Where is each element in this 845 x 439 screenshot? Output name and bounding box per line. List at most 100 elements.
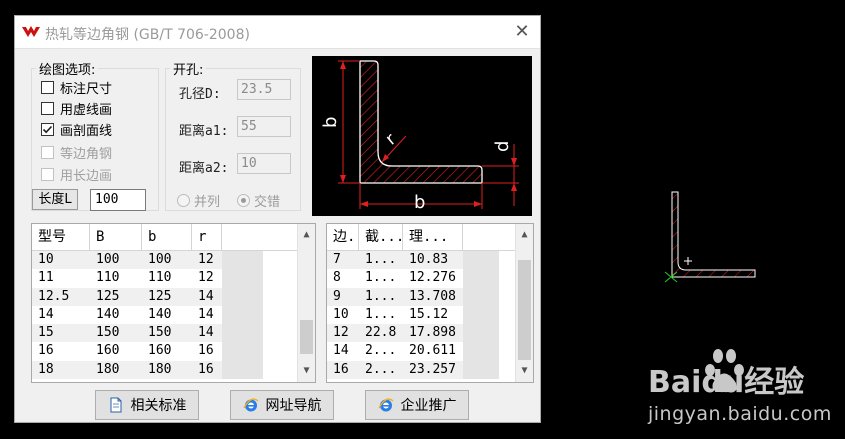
- checkbox-box[interactable]: [41, 102, 54, 115]
- hole-diameter-label: 孔径D:: [179, 87, 221, 102]
- table-cell: 110: [148, 270, 172, 286]
- table-cell-filler: [222, 305, 263, 325]
- column-header-b[interactable]: b: [142, 224, 192, 250]
- button-label: 相关标准: [130, 398, 187, 414]
- radio-label: 并列: [194, 195, 221, 210]
- section-size-table[interactable]: 型号 B b r 10 100 100 12 11 110 110 12 12.5 125 125 1…: [31, 223, 316, 383]
- table-cell: 13.708: [409, 288, 456, 304]
- related-standards-button[interactable]: 相关标准: [95, 390, 199, 420]
- window-title: 热轧等边角钢 (GB/T 706-2008): [45, 27, 250, 43]
- radio-circle[interactable]: [237, 194, 250, 207]
- table-cell-filler: [222, 324, 263, 343]
- table-cell-filler: [463, 324, 499, 343]
- checkbox-label: 标注尺寸: [60, 82, 113, 97]
- checkbox-label: 用虚线画: [60, 103, 113, 118]
- table-cell: 9: [333, 288, 341, 304]
- table-row[interactable]: 9 1... 13.708: [327, 287, 499, 306]
- radio-circle[interactable]: [177, 194, 190, 207]
- table-row[interactable]: 12.5 125 125 14: [32, 287, 263, 306]
- enterprise-promotion-button[interactable]: 企业推广: [365, 390, 469, 420]
- column-header-weight[interactable]: 理...: [403, 224, 463, 250]
- table-row[interactable]: 11 110 110 12: [32, 269, 263, 288]
- column-header-r[interactable]: r: [192, 224, 222, 250]
- table-cell: 180: [96, 361, 120, 377]
- table-cell: 100: [96, 252, 120, 267]
- distance-a1-label: 距离a1:: [179, 124, 229, 139]
- checkbox-long-edge[interactable]: 用长边画: [41, 165, 112, 184]
- scroll-down-icon[interactable]: ▼: [516, 362, 533, 380]
- table-cell: 14: [333, 343, 349, 359]
- angle-section-diagram: b r d b: [312, 56, 532, 216]
- table-row[interactable]: 10 1... 15.12: [327, 305, 499, 325]
- table-row[interactable]: 16 160 160 16: [32, 342, 263, 361]
- distance-a2-input[interactable]: 10: [237, 153, 291, 174]
- internet-explorer-icon: [377, 398, 393, 412]
- table-row[interactable]: 10 100 100 12: [32, 251, 263, 270]
- radio-label: 交错: [254, 195, 281, 210]
- table-cell: 125: [96, 288, 120, 304]
- distance-a1-input[interactable]: 55: [237, 116, 291, 137]
- table-cell: 12: [333, 325, 349, 341]
- table-cell: 12.276: [409, 270, 456, 286]
- title-bar[interactable]: 热轧等边角钢 (GB/T 706-2008) ✕: [15, 16, 540, 49]
- checkbox-annotate-dimensions[interactable]: 标注尺寸: [41, 78, 112, 97]
- table-cell-filler: [222, 360, 263, 380]
- scroll-down-icon[interactable]: ▼: [298, 362, 315, 380]
- section-property-table[interactable]: 边. 截... 理... 7 1... 10.83 8 1... 12.276 9 1... 1…: [326, 223, 534, 383]
- table-row[interactable]: 12 22.8 17.898: [327, 324, 499, 343]
- table-cell: 16: [198, 343, 214, 359]
- hole-diameter-input[interactable]: 23.5: [237, 79, 291, 100]
- table-cell: 12.5: [38, 288, 70, 304]
- table-cell: 1...: [365, 252, 397, 267]
- table-cell: 2...: [365, 343, 397, 359]
- table-row[interactable]: 8 1... 12.276: [327, 269, 499, 288]
- table-cell: 1...: [365, 270, 397, 286]
- table-row[interactable]: 14 140 140 14: [32, 305, 263, 325]
- column-header-filler: [463, 224, 517, 250]
- table-cell: 14: [38, 306, 54, 322]
- scroll-up-icon[interactable]: ▲: [516, 226, 533, 244]
- table-row[interactable]: 7 1... 10.83: [327, 251, 499, 270]
- scroll-thumb[interactable]: [518, 260, 531, 360]
- right-table-scrollbar[interactable]: ▲ ▼: [515, 224, 533, 382]
- checkbox-dashed-lines[interactable]: 用虚线画: [41, 99, 112, 118]
- checkbox-hatch-section[interactable]: 画剖面线: [41, 120, 112, 139]
- checkbox-box[interactable]: [41, 168, 54, 181]
- radio-parallel[interactable]: 并列: [177, 191, 220, 210]
- table-cell: 2...: [365, 361, 397, 377]
- table-cell: 1...: [365, 288, 397, 304]
- table-cell: 150: [96, 325, 120, 341]
- column-header-B[interactable]: B: [90, 224, 142, 250]
- table-cell: 12: [198, 270, 214, 286]
- table-row[interactable]: 15 150 150 14: [32, 324, 263, 343]
- table-cell: 16: [333, 361, 349, 377]
- scroll-thumb[interactable]: [300, 320, 313, 354]
- length-input[interactable]: 100: [90, 189, 146, 211]
- scroll-up-icon[interactable]: ▲: [298, 226, 315, 244]
- angle-steel-dialog: 热轧等边角钢 (GB/T 706-2008) ✕ 绘图选项: 标注尺寸 用虚线画…: [14, 15, 541, 423]
- table-row[interactable]: 16 2... 23.257: [327, 360, 499, 380]
- table-row[interactable]: 18 180 180 16: [32, 360, 263, 380]
- checkbox-equal-angle[interactable]: 等边角钢: [41, 143, 112, 162]
- dim-label-b-bottom: b: [414, 192, 425, 213]
- checkbox-box[interactable]: [41, 146, 54, 159]
- column-header-edge[interactable]: 边.: [327, 224, 359, 250]
- button-label: 企业推广: [400, 398, 457, 414]
- table-cell-filler: [222, 269, 263, 288]
- checkbox-box[interactable]: [41, 81, 54, 94]
- table-body: 7 1... 10.83 8 1... 12.276 9 1... 13.708 10 1... 15…: [327, 251, 499, 380]
- checkbox-box[interactable]: [41, 123, 54, 136]
- column-header-area[interactable]: 截...: [359, 224, 404, 250]
- left-table-scrollbar[interactable]: ▲ ▼: [297, 224, 315, 382]
- table-cell: 15: [38, 325, 54, 341]
- table-row[interactable]: 14 2... 20.611: [327, 342, 499, 361]
- column-header-model[interactable]: 型号: [32, 224, 90, 250]
- arrow-head: [511, 183, 517, 191]
- radio-stagger[interactable]: 交错: [237, 191, 280, 210]
- length-button[interactable]: 长度L: [32, 189, 78, 210]
- table-cell-filler: [222, 287, 263, 306]
- table-cell: 23.257: [409, 361, 456, 377]
- close-icon[interactable]: ✕: [510, 20, 534, 44]
- web-navigation-button[interactable]: 网址导航: [230, 390, 334, 420]
- table-cell: 180: [148, 361, 172, 377]
